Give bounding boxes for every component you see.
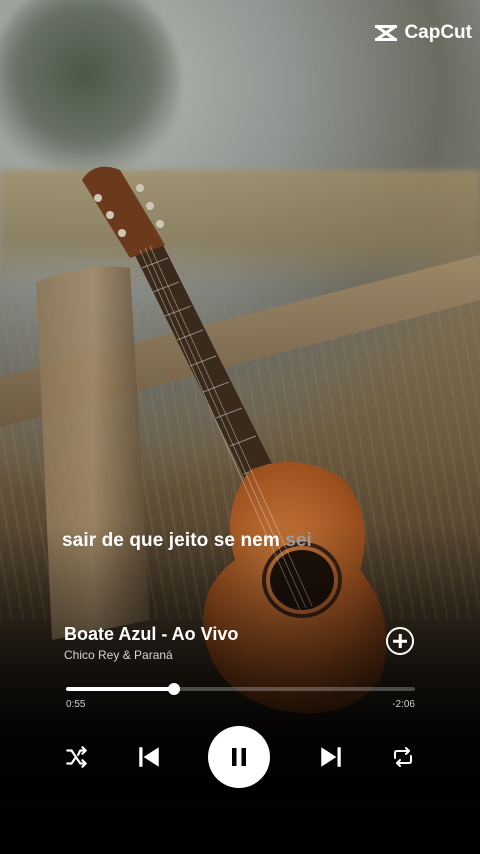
next-button[interactable] [314,740,348,774]
skip-next-icon [321,747,341,767]
shuffle-icon [66,746,87,768]
previous-button[interactable] [132,740,166,774]
pause-icon [232,748,246,766]
play-pause-button[interactable] [208,726,270,788]
add-to-library-button[interactable] [386,627,414,655]
progress-bar[interactable] [66,683,415,695]
time-remaining: -2:06 [392,699,415,710]
shuffle-button[interactable] [62,742,92,772]
lyrics-upcoming: sei [285,530,312,551]
time-elapsed: 0:55 [66,699,86,710]
repeat-button[interactable] [388,742,418,772]
capcut-watermark: CapCut [374,22,472,44]
player-screen: CapCut sair de que jeito se nem sei Boat… [0,0,480,854]
lyrics-current: sair de que jeito se nem [62,530,280,551]
lyrics-line: sair de que jeito se nem sei [62,530,312,552]
skip-previous-icon [139,747,159,767]
track-title: Boate Azul - Ao Vivo [64,624,239,644]
track-artist[interactable]: Chico Rey & Paraná [64,648,173,662]
capcut-logo-icon [375,24,398,42]
progress-fill [66,687,175,691]
repeat-icon [394,747,412,767]
watermark-text: CapCut [404,22,472,43]
